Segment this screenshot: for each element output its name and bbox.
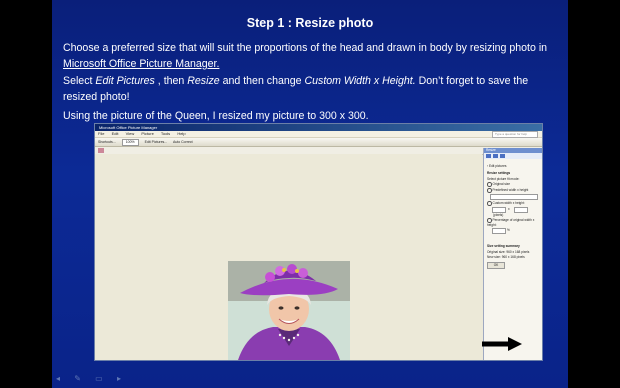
slide-paragraph-3: Using the picture of the Queen, I resize… — [63, 110, 369, 122]
menu-help[interactable]: Help — [177, 131, 185, 136]
edit-pictures-link[interactable]: ‹ Edit pictures — [487, 164, 507, 168]
new-size-row: New size: 960 x 168 pixels — [487, 255, 525, 259]
radio-icon — [487, 201, 492, 206]
slide-title: Step 1 : Resize photo — [246, 16, 374, 30]
original-size-key: Original size: — [487, 250, 506, 254]
pixels-label: (pixels) — [493, 213, 504, 217]
forward-icon[interactable] — [493, 154, 498, 158]
zoom-select[interactable]: 100% — [121, 139, 139, 146]
back-icon[interactable] — [486, 154, 491, 158]
x-separator: x — [508, 207, 510, 211]
menu-view[interactable]: View — [126, 131, 135, 136]
percentage-label: Percentage of original width x height: — [487, 218, 535, 227]
presentation-slide: Step 1 : Resize photo Choose a preferred… — [52, 0, 568, 388]
ok-button[interactable]: OK — [487, 262, 505, 269]
view-mode-icon[interactable] — [98, 148, 104, 153]
predefined-option[interactable]: Predefined width x height — [487, 188, 528, 193]
original-size-label: Original size — [492, 182, 511, 187]
slide-paragraph-1: Choose a preferred size that will suit t… — [63, 40, 559, 72]
menu-edit[interactable]: Edit — [112, 131, 119, 136]
home-icon[interactable] — [500, 154, 505, 158]
resize-settings-heading: Resize settings — [487, 171, 511, 175]
menu-file[interactable]: File — [98, 131, 104, 136]
task-pane-nav — [484, 153, 542, 159]
radio-icon — [487, 188, 492, 193]
original-size-row: Original size: 960 x 168 pixels — [487, 250, 529, 254]
picture-manager-link[interactable]: Microsoft Office Picture Manager. — [63, 58, 219, 70]
original-size-option[interactable]: Original size — [487, 182, 510, 187]
p2-text-c: , then — [154, 75, 188, 87]
queen-photo — [228, 261, 350, 360]
p2-text-e: and then change — [219, 75, 305, 87]
new-size-value: 960 x 168 pixels — [501, 255, 525, 259]
percentage-input[interactable] — [492, 228, 506, 234]
predefined-select[interactable] — [490, 194, 538, 200]
custom-option[interactable]: Custom width x height: — [487, 201, 525, 206]
menu-picture[interactable]: Picture — [141, 131, 153, 136]
app-titlebar: Microsoft Office Picture Manager — [95, 124, 542, 131]
percent-sign: % — [507, 228, 510, 232]
custom-height-input[interactable] — [514, 207, 528, 213]
new-size-key: New size: — [487, 255, 501, 259]
p2-edit-pictures: Edit Pictures — [95, 75, 155, 87]
predefined-label: Predefined width x height — [492, 188, 529, 193]
edit-pictures-button[interactable]: Edit Pictures... — [145, 140, 168, 144]
picture-canvas — [95, 154, 482, 360]
auto-correct-button[interactable]: Auto Correct — [173, 140, 193, 144]
slideshow-nav-icons[interactable]: ◂ ✎ ▭ ▸ — [56, 374, 127, 383]
arrow-right-icon — [482, 337, 522, 351]
help-search-input[interactable]: Type a question for help — [492, 131, 538, 138]
summary-heading: Size setting summary — [487, 244, 520, 248]
app-toolbar: Shortcuts... 100% Edit Pictures... Auto … — [95, 138, 542, 147]
fit-mode-label: Select picture fit mode: — [487, 177, 520, 181]
shortcuts-button[interactable]: Shortcuts... — [98, 140, 116, 144]
percentage-option[interactable]: Percentage of original width x height: — [487, 218, 541, 227]
original-size-value: 960 x 168 pixels — [506, 250, 530, 254]
p2-custom: Custom Width x Height. — [304, 75, 416, 87]
menu-tools[interactable]: Tools — [161, 131, 170, 136]
resize-task-pane: Resize ‹ Edit pictures Resize settings S… — [483, 148, 542, 360]
radio-icon — [487, 182, 492, 187]
custom-label: Custom width x height: — [492, 201, 525, 206]
slide-paragraph-2: Select Edit Pictures , then Resize and t… — [63, 73, 559, 105]
picture-manager-screenshot: Microsoft Office Picture Manager File Ed… — [94, 123, 543, 361]
p2-resize: Resize — [187, 75, 220, 87]
app-menubar: File Edit View Picture Tools Help — [95, 131, 542, 138]
p1-text: Choose a preferred size that will suit t… — [63, 42, 548, 54]
p2-text-a: Select — [63, 75, 96, 87]
